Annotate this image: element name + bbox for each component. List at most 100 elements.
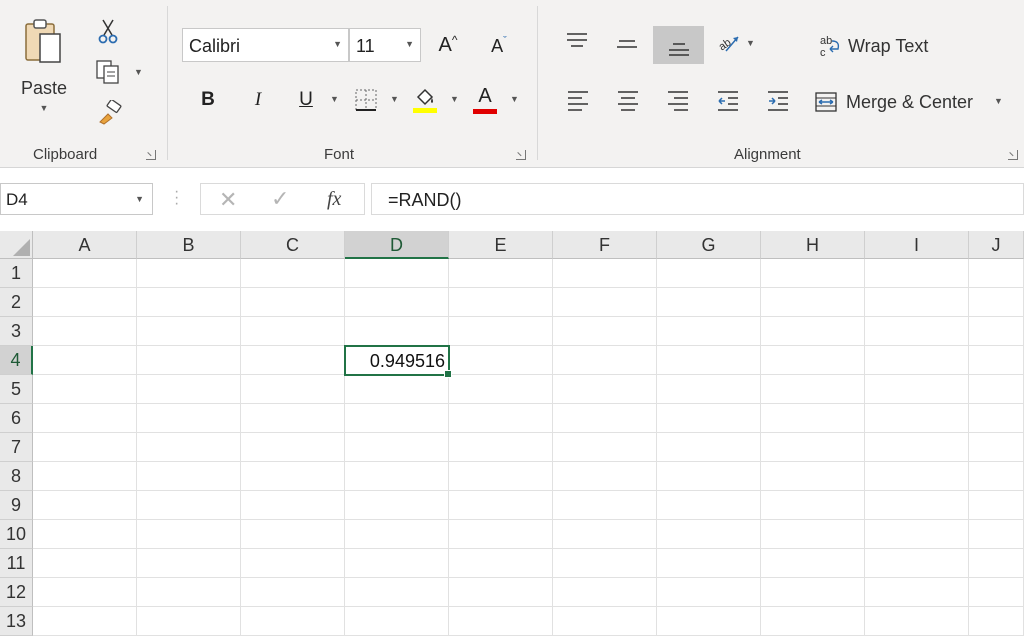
cell-h4[interactable] <box>761 346 865 375</box>
cut-button[interactable] <box>94 16 122 46</box>
cell-a6[interactable] <box>33 404 137 433</box>
cell-i6[interactable] <box>865 404 969 433</box>
cell-a11[interactable] <box>33 549 137 578</box>
cell-d5[interactable] <box>345 375 449 404</box>
cell-i8[interactable] <box>865 462 969 491</box>
cell-h2[interactable] <box>761 288 865 317</box>
cell-e12[interactable] <box>449 578 553 607</box>
cell-g4[interactable] <box>657 346 761 375</box>
bottom-align-button[interactable] <box>653 26 704 64</box>
middle-align-button[interactable] <box>610 30 644 60</box>
cell-g13[interactable] <box>657 607 761 636</box>
cell-b1[interactable] <box>137 259 241 288</box>
borders-button[interactable] <box>352 86 380 114</box>
cell-a7[interactable] <box>33 433 137 462</box>
cell-a5[interactable] <box>33 375 137 404</box>
column-header-f[interactable]: F <box>553 231 657 259</box>
paste-button[interactable]: Paste ▼ <box>18 18 70 118</box>
increase-font-size-button[interactable]: A ^ <box>432 30 464 60</box>
cell-c2[interactable] <box>241 288 345 317</box>
font-color-button[interactable]: A <box>470 84 500 116</box>
cell-c7[interactable] <box>241 433 345 462</box>
row-header-4[interactable]: 4 <box>0 346 33 375</box>
cell-b6[interactable] <box>137 404 241 433</box>
cell-j2[interactable] <box>969 288 1024 317</box>
cell-f9[interactable] <box>553 491 657 520</box>
cell-b13[interactable] <box>137 607 241 636</box>
cell-b3[interactable] <box>137 317 241 346</box>
cell-b11[interactable] <box>137 549 241 578</box>
cell-g5[interactable] <box>657 375 761 404</box>
cell-a13[interactable] <box>33 607 137 636</box>
cell-j6[interactable] <box>969 404 1024 433</box>
cell-a12[interactable] <box>33 578 137 607</box>
row-header-13[interactable]: 13 <box>0 607 33 636</box>
active-cell[interactable]: 0.949516 <box>344 345 452 378</box>
cell-j9[interactable] <box>969 491 1024 520</box>
fill-color-dropdown-icon[interactable]: ▼ <box>450 94 459 104</box>
borders-dropdown-icon[interactable]: ▼ <box>390 94 399 104</box>
cell-d1[interactable] <box>345 259 449 288</box>
row-header-12[interactable]: 12 <box>0 578 33 607</box>
format-painter-button[interactable] <box>94 98 124 128</box>
row-header-3[interactable]: 3 <box>0 317 33 346</box>
font-name-dropdown-icon[interactable]: ▼ <box>333 39 342 49</box>
row-header-1[interactable]: 1 <box>0 259 33 288</box>
orientation-dropdown-icon[interactable]: ▼ <box>746 38 755 48</box>
cell-g11[interactable] <box>657 549 761 578</box>
bold-button[interactable]: B <box>194 86 222 114</box>
cell-a1[interactable] <box>33 259 137 288</box>
align-center-button[interactable] <box>612 86 644 114</box>
cell-h5[interactable] <box>761 375 865 404</box>
cell-a8[interactable] <box>33 462 137 491</box>
cell-e2[interactable] <box>449 288 553 317</box>
cell-b8[interactable] <box>137 462 241 491</box>
cell-c1[interactable] <box>241 259 345 288</box>
row-header-7[interactable]: 7 <box>0 433 33 462</box>
row-header-9[interactable]: 9 <box>0 491 33 520</box>
cell-c13[interactable] <box>241 607 345 636</box>
cell-d3[interactable] <box>345 317 449 346</box>
cell-c4[interactable] <box>241 346 345 375</box>
decrease-font-size-button[interactable]: Aˇ <box>484 32 514 60</box>
cell-d10[interactable] <box>345 520 449 549</box>
column-header-d[interactable]: D <box>345 231 449 259</box>
cell-g10[interactable] <box>657 520 761 549</box>
cell-d11[interactable] <box>345 549 449 578</box>
enter-icon[interactable]: ✓ <box>271 186 289 212</box>
cell-h1[interactable] <box>761 259 865 288</box>
cell-g3[interactable] <box>657 317 761 346</box>
insert-function-button[interactable]: fx <box>327 188 341 211</box>
alignment-launcher-icon[interactable] <box>1008 150 1018 160</box>
cell-c12[interactable] <box>241 578 345 607</box>
formula-input[interactable]: =RAND() <box>371 183 1024 215</box>
cell-g9[interactable] <box>657 491 761 520</box>
cell-j10[interactable] <box>969 520 1024 549</box>
cell-h6[interactable] <box>761 404 865 433</box>
cancel-icon[interactable]: ✕ <box>219 187 237 213</box>
cell-g8[interactable] <box>657 462 761 491</box>
cell-e9[interactable] <box>449 491 553 520</box>
cell-d9[interactable] <box>345 491 449 520</box>
cell-b12[interactable] <box>137 578 241 607</box>
cell-h10[interactable] <box>761 520 865 549</box>
cell-f7[interactable] <box>553 433 657 462</box>
name-box[interactable]: D4 ▼ <box>0 183 153 215</box>
cell-b9[interactable] <box>137 491 241 520</box>
paste-dropdown-icon[interactable]: ▼ <box>40 103 49 113</box>
cell-f12[interactable] <box>553 578 657 607</box>
cell-b7[interactable] <box>137 433 241 462</box>
row-header-2[interactable]: 2 <box>0 288 33 317</box>
row-header-8[interactable]: 8 <box>0 462 33 491</box>
cell-h11[interactable] <box>761 549 865 578</box>
cell-d2[interactable] <box>345 288 449 317</box>
cell-d7[interactable] <box>345 433 449 462</box>
name-box-dropdown-icon[interactable]: ▼ <box>135 194 144 204</box>
cell-h9[interactable] <box>761 491 865 520</box>
cell-h8[interactable] <box>761 462 865 491</box>
row-header-11[interactable]: 11 <box>0 549 33 578</box>
cell-i12[interactable] <box>865 578 969 607</box>
cell-j13[interactable] <box>969 607 1024 636</box>
cell-j12[interactable] <box>969 578 1024 607</box>
cell-e3[interactable] <box>449 317 553 346</box>
